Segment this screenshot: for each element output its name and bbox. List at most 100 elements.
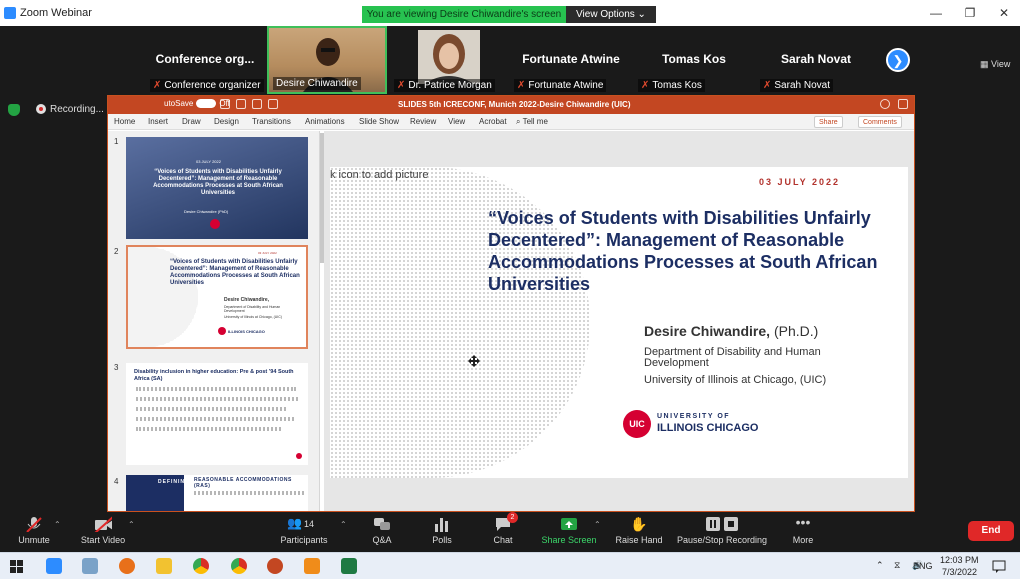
video-options-caret[interactable]: ⌃ [128, 520, 135, 529]
participant-tile[interactable]: Fortunate Atwine ✗ Fortunate Atwine [510, 26, 632, 94]
participant-tile[interactable]: Tomas Kos ✗ Tomas Kos [634, 26, 754, 94]
firefox-icon[interactable] [119, 558, 135, 574]
end-meeting-button[interactable]: End [968, 521, 1014, 541]
muted-microphone-icon [26, 517, 42, 532]
tell-me-search[interactable]: ⌕ Tell me [516, 117, 548, 127]
share-screen-button[interactable]: Share Screen [540, 512, 598, 552]
windows-taskbar: ⌃ ⧖ 🔊 ENG 12:03 PM 7/3/2022 [0, 552, 1020, 579]
tab-draw[interactable]: Draw [182, 117, 201, 126]
pause-stop-recording-button[interactable]: Pause/Stop Recording [676, 512, 768, 552]
maximize-button[interactable]: ❐ [960, 4, 980, 22]
file-explorer-icon[interactable] [156, 558, 172, 574]
powerpoint-icon[interactable] [267, 558, 283, 574]
chat-button[interactable]: 2 Chat [486, 512, 520, 552]
encryption-shield-icon[interactable] [8, 104, 20, 116]
close-button[interactable]: ✕ [994, 4, 1014, 22]
participant-video-tile[interactable]: Desire Chiwandire [267, 26, 387, 94]
participant-label: ✗ Sarah Novat [760, 79, 833, 92]
muted-mic-icon: ✗ [763, 80, 772, 91]
window-title: Zoom Webinar [20, 7, 92, 19]
slide-canvas[interactable]: k icon to add picture 03 JULY 2022 “Voic… [324, 131, 914, 511]
minimize-button[interactable]: — [926, 4, 946, 22]
view-options-button[interactable]: View Options ⌄ [566, 6, 656, 23]
current-slide[interactable]: k icon to add picture 03 JULY 2022 “Voic… [330, 167, 908, 478]
zoom-taskbar-icon[interactable] [46, 558, 62, 574]
logo-line-1: UNIVERSITY OF [657, 413, 731, 420]
raise-hand-button[interactable]: ✋ Raise Hand [614, 512, 664, 552]
share-options-caret[interactable]: ⌃ [594, 520, 601, 529]
search-icon[interactable] [880, 99, 890, 109]
participant-name: Conference org... [155, 52, 255, 66]
tab-acrobat[interactable]: Acrobat [479, 117, 507, 126]
next-page-icon[interactable]: ❯ [886, 48, 910, 72]
chrome-profile-icon[interactable] [231, 558, 247, 574]
slide-university: University of Illinois at Chicago, (UIC) [644, 374, 827, 386]
more-button[interactable]: ••• More [788, 512, 818, 552]
polls-button[interactable]: Polls [424, 512, 460, 552]
muted-mic-icon: ✗ [153, 80, 162, 91]
language-indicator[interactable]: ENG [913, 561, 933, 571]
qa-bubbles-icon [374, 518, 390, 530]
tab-slide-show[interactable]: Slide Show [359, 117, 399, 126]
meeting-toolbar: Unmute ⌃ Start Video ⌃ 👥 14 Participants … [0, 512, 1020, 552]
more-dots-icon: ••• [795, 514, 811, 530]
slide-thumbnail-1[interactable]: 03 JULY 2022 “Voices of Students with Di… [126, 137, 308, 239]
video-off-icon [94, 516, 112, 532]
tab-home[interactable]: Home [114, 117, 135, 126]
slide-headline: “Voices of Students with Disabilities Un… [488, 208, 878, 294]
participants-options-caret[interactable]: ⌃ [340, 520, 347, 529]
slide-department: Department of Disability and Human Devel… [644, 346, 821, 369]
windows-start-icon[interactable] [10, 560, 23, 573]
tab-design[interactable]: Design [214, 117, 239, 126]
chrome-icon[interactable] [193, 558, 209, 574]
participant-name: Tomas Kos [662, 52, 726, 66]
thumbnail-number: 2 [114, 247, 119, 256]
slide-thumbnail-2[interactable]: 03 JULY 2022 “Voices of Students with Di… [126, 245, 308, 349]
unmute-button[interactable]: Unmute [14, 512, 54, 552]
ribbon-tabs: Home Insert Draw Design Transitions Anim… [108, 114, 914, 130]
tab-transitions[interactable]: Transitions [252, 117, 291, 126]
powerpoint-title-bar: utoSave Off SLIDES 5th ICRECONF, Munich 2… [108, 96, 914, 114]
clock-time[interactable]: 12:03 PM [940, 555, 979, 565]
participant-label: ✗ Tomas Kos [638, 79, 705, 92]
pause-stop-icons [705, 516, 739, 532]
notifications-icon[interactable] [992, 560, 1006, 573]
tab-view[interactable]: View [448, 117, 465, 126]
account-icon[interactable] [898, 99, 908, 109]
home-icon[interactable] [220, 99, 230, 109]
title-bar: Zoom Webinar You are viewing Desire Chiw… [0, 0, 1020, 26]
slide-thumbnail-4[interactable]: DEFINING REASONABLE ACCOMMODATIONS (RAS) [126, 475, 308, 511]
participants-button[interactable]: 👥 14 Participants [278, 512, 330, 552]
shared-screen[interactable]: utoSave Off SLIDES 5th ICRECONF, Munich 2… [107, 95, 915, 512]
app-taskbar-icon[interactable] [304, 558, 320, 574]
redo-icon[interactable] [268, 99, 278, 109]
excel-icon[interactable] [341, 558, 357, 574]
participant-tile[interactable]: Sarah Novat ✗ Sarah Novat [756, 26, 876, 94]
tab-review[interactable]: Review [410, 117, 436, 126]
save-icon[interactable] [236, 99, 246, 109]
wifi-icon[interactable]: ⧖ [894, 560, 900, 571]
slide-thumbnails: 1 03 JULY 2022 “Voices of Students with … [108, 131, 320, 511]
uic-logo-icon [210, 219, 220, 229]
participant-video-tile[interactable]: ✗ Dr. Patrice Morgan [390, 26, 508, 94]
share-button[interactable]: Share [814, 116, 843, 128]
uic-logo-icon [218, 327, 226, 335]
share-screen-icon [561, 518, 577, 530]
participant-tile[interactable]: Conference org... ✗ Conference organizer [146, 26, 264, 94]
participant-label: ✗ Conference organizer [150, 79, 264, 92]
app-taskbar-icon[interactable] [82, 558, 98, 574]
tab-insert[interactable]: Insert [148, 117, 168, 126]
clock-date[interactable]: 7/3/2022 [942, 567, 977, 577]
undo-icon[interactable] [252, 99, 262, 109]
tab-animations[interactable]: Animations [305, 117, 345, 126]
comments-button[interactable]: Comments [858, 116, 902, 128]
recording-indicator[interactable]: Recording... [36, 104, 104, 115]
raise-hand-icon: ✋ [630, 516, 648, 532]
slide-thumbnail-3[interactable]: Disability inclusion in higher education… [126, 363, 308, 465]
polls-icon [435, 518, 448, 532]
tray-chevron-icon[interactable]: ⌃ [876, 560, 884, 571]
start-video-button[interactable]: Start Video [78, 512, 128, 552]
audio-options-caret[interactable]: ⌃ [54, 520, 61, 529]
qa-button[interactable]: Q&A [366, 512, 398, 552]
grid-view-button[interactable]: ▦ View [980, 59, 1010, 70]
